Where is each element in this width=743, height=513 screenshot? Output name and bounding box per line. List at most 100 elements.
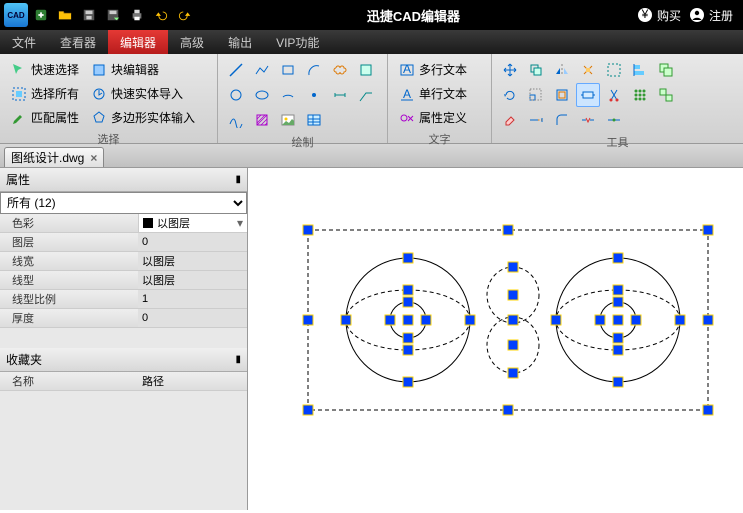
ribbon-group-text: A多行文本 A单行文本 属性定义 文字	[388, 54, 492, 143]
polyline-tool[interactable]	[250, 58, 274, 82]
trim-tool[interactable]	[602, 83, 626, 107]
buy-button[interactable]: ¥购买	[637, 7, 681, 24]
select-all-button[interactable]: 选择所有	[6, 82, 84, 105]
rect-select-tool[interactable]	[602, 58, 626, 82]
menu-item-4[interactable]: 输出	[216, 30, 264, 54]
circle-tool[interactable]	[224, 83, 248, 107]
saveas-button[interactable]	[102, 4, 124, 26]
match-props-button[interactable]: 匹配属性	[6, 106, 84, 129]
revcloud-tool[interactable]	[328, 58, 352, 82]
property-key: 厚度	[0, 310, 138, 326]
svg-text:A: A	[403, 87, 411, 101]
property-value[interactable]: 0	[138, 233, 247, 251]
fillet-tool[interactable]	[550, 108, 574, 132]
svg-text:A: A	[403, 62, 411, 76]
property-row[interactable]: 线型比例1	[0, 290, 247, 309]
menu-item-5[interactable]: VIP功能	[264, 30, 331, 54]
array-tool[interactable]	[628, 83, 652, 107]
poly-input-button[interactable]: 多边形实体输入	[86, 106, 200, 129]
save-button[interactable]	[78, 4, 100, 26]
selection-filter-combo[interactable]: 所有 (12)	[0, 192, 247, 214]
block-editor-button[interactable]: 块编辑器	[86, 58, 200, 81]
property-row[interactable]: 线型以图层	[0, 271, 247, 290]
chevron-down-icon[interactable]: ▾	[237, 216, 247, 230]
ribbon-group-label: 绘制	[224, 132, 381, 150]
ribbon-group-select: 快速选择 选择所有 匹配属性 块编辑器 快速实体导入 多边形实体输入 选择	[0, 54, 218, 143]
rect-tool[interactable]	[276, 58, 300, 82]
hatch-tool[interactable]	[250, 108, 274, 132]
menu-item-0[interactable]: 文件	[0, 30, 48, 54]
properties-grid: 色彩以图层 ▾图层0线宽以图层线型以图层线型比例1厚度0	[0, 214, 247, 328]
menu-bar: 文件查看器编辑器高级输出VIP功能	[0, 30, 743, 54]
offset-tool[interactable]	[550, 83, 574, 107]
property-key: 色彩	[0, 215, 138, 231]
mtext-button[interactable]: A多行文本	[394, 58, 472, 81]
line-tool[interactable]	[224, 58, 248, 82]
menu-item-1[interactable]: 查看器	[48, 30, 108, 54]
properties-panel-header: 属性 ▮	[0, 168, 247, 192]
extend-tool[interactable]	[524, 108, 548, 132]
ellipse-tool[interactable]	[250, 83, 274, 107]
join-tool[interactable]	[602, 108, 626, 132]
drawing-canvas[interactable]	[248, 168, 743, 510]
open-button[interactable]	[54, 4, 76, 26]
register-button[interactable]: 注册	[689, 7, 733, 24]
ribbon-group-draw: 绘制	[218, 54, 388, 143]
property-value[interactable]: 0	[138, 309, 247, 327]
document-tab[interactable]: 图纸设计.dwg ×	[4, 147, 104, 167]
spline-tool[interactable]	[224, 108, 248, 132]
pin-icon[interactable]: ▮	[235, 354, 241, 365]
quick-select-button[interactable]: 快速选择	[6, 58, 84, 81]
workspace: 属性 ▮ 所有 (12) 色彩以图层 ▾图层0线宽以图层线型以图层线型比例1厚度…	[0, 168, 743, 510]
rotate-tool[interactable]	[498, 83, 522, 107]
move-tool[interactable]	[498, 58, 522, 82]
pin-icon[interactable]: ▮	[235, 174, 241, 185]
point-tool[interactable]	[302, 83, 326, 107]
menu-item-3[interactable]: 高级	[168, 30, 216, 54]
property-value[interactable]: 以图层	[138, 271, 247, 289]
canvas-svg	[248, 168, 743, 510]
eraser-tool[interactable]	[498, 108, 522, 132]
quick-import-button[interactable]: 快速实体导入	[86, 82, 200, 105]
image-tool[interactable]	[276, 108, 300, 132]
group-tool[interactable]	[654, 58, 678, 82]
property-value[interactable]: 以图层 ▾	[138, 214, 247, 232]
copy-tool[interactable]	[524, 58, 548, 82]
stext-icon: A	[399, 86, 415, 102]
redo-button[interactable]	[174, 4, 196, 26]
property-row[interactable]: 色彩以图层 ▾	[0, 214, 247, 233]
close-tab-icon[interactable]: ×	[90, 151, 97, 165]
cursor-icon	[11, 62, 27, 78]
property-value[interactable]: 1	[138, 290, 247, 308]
property-row[interactable]: 图层0	[0, 233, 247, 252]
new-button[interactable]	[30, 4, 52, 26]
ribbon-group-label: 工具	[498, 132, 737, 150]
print-button[interactable]	[126, 4, 148, 26]
stext-button[interactable]: A单行文本	[394, 82, 472, 105]
explode-tool[interactable]	[576, 58, 600, 82]
arc-tool[interactable]	[302, 58, 326, 82]
property-key: 图层	[0, 234, 138, 250]
menu-item-2[interactable]: 编辑器	[108, 30, 168, 54]
property-row[interactable]: 厚度0	[0, 309, 247, 328]
undo-button[interactable]	[150, 4, 172, 26]
table-tool[interactable]	[302, 108, 326, 132]
ellipse-arc-tool[interactable]	[276, 83, 300, 107]
mirror-tool[interactable]	[550, 58, 574, 82]
leader-tool[interactable]	[354, 83, 378, 107]
break-tool[interactable]	[576, 108, 600, 132]
dims-tool[interactable]	[328, 83, 352, 107]
property-key: 线型比例	[0, 291, 138, 307]
insert-block-tool[interactable]	[354, 58, 378, 82]
property-key: 线宽	[0, 253, 138, 269]
attdef-button[interactable]: 属性定义	[394, 106, 472, 129]
align-tool[interactable]	[628, 58, 652, 82]
ungroup-tool[interactable]	[654, 83, 678, 107]
property-row[interactable]: 线宽以图层	[0, 252, 247, 271]
stretch-tool[interactable]	[576, 83, 600, 107]
property-value[interactable]: 以图层	[138, 252, 247, 270]
side-panel: 属性 ▮ 所有 (12) 色彩以图层 ▾图层0线宽以图层线型以图层线型比例1厚度…	[0, 168, 248, 510]
svg-text:¥: ¥	[641, 7, 649, 21]
scale-tool[interactable]	[524, 83, 548, 107]
title-bar: CAD 迅捷CAD编辑器 ¥购买 注册	[0, 0, 743, 30]
